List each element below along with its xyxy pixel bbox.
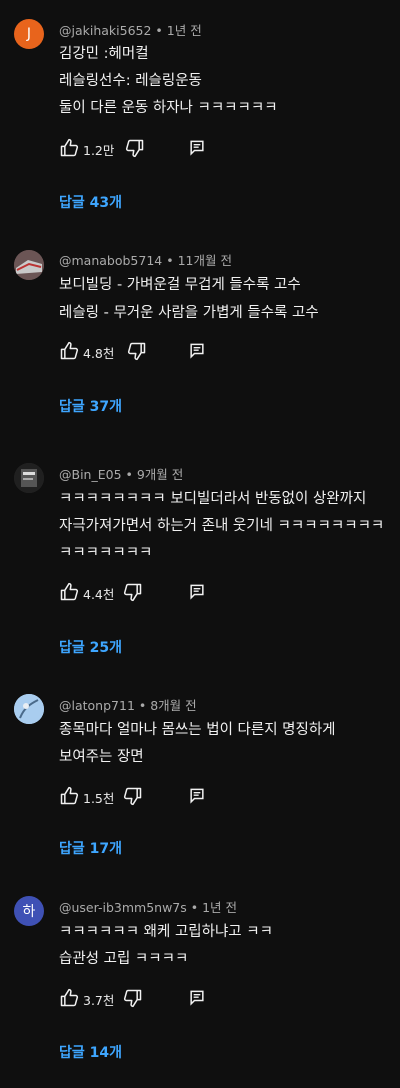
like-count: 1.5천	[83, 791, 115, 806]
comment: @Bin_E05 • 9개월 전 ㅋㅋㅋㅋㅋㅋㅋㅋ 보디빌더라서 반동없이 상완…	[0, 445, 400, 680]
comment: 하 @user-ib3mm5nw7s • 1년 전 ㅋㅋㅋㅋㅋㅋ 왜케 고립하냐…	[0, 870, 400, 1088]
view-replies-button[interactable]: 답글 43개	[59, 192, 122, 212]
comment-text-line: 종목마다 얼마나 몸쓰는 법이 다른지 명징하게	[59, 722, 336, 738]
thumbs-down-icon[interactable]	[123, 786, 143, 806]
like-count: 4.4천	[83, 587, 115, 602]
thumbs-up-icon[interactable]	[59, 786, 79, 806]
thumbs-down-icon[interactable]	[127, 341, 147, 361]
thumbs-up-icon[interactable]	[59, 582, 79, 602]
comment-text-line: ㅋㅋㅋㅋㅋㅋ 왜케 고립하냐고 ㅋㅋ	[59, 924, 273, 940]
username[interactable]: @latonp711	[59, 698, 135, 713]
comment-text-line: 레슬링선수: 레슬링운동	[59, 73, 202, 89]
avatar[interactable]: J	[14, 19, 44, 49]
avatar[interactable]	[14, 463, 44, 493]
username[interactable]: @Bin_E05	[59, 467, 122, 482]
timestamp[interactable]: 11개월 전	[178, 253, 232, 268]
comment-text-line: 보여주는 장면	[59, 749, 144, 765]
like-count: 1.2만	[83, 143, 115, 158]
reply-comment-icon[interactable]	[187, 341, 207, 361]
comment-header: @jakihaki5652 • 1년 전	[59, 23, 202, 38]
avatar-letter: J	[26, 26, 32, 42]
thumbs-up-icon[interactable]	[59, 341, 79, 361]
timestamp[interactable]: 8개월 전	[150, 698, 196, 713]
comment: @latonp711 • 8개월 전 종목마다 얼마나 몸쓰는 법이 다른지 명…	[0, 680, 400, 870]
timestamp[interactable]: 1년 전	[202, 900, 237, 915]
comment-header: @Bin_E05 • 9개월 전	[59, 467, 184, 482]
reply-comment-icon[interactable]	[187, 138, 207, 158]
comment-text-line: 김강민 :헤머컬	[59, 46, 149, 62]
reply-comment-icon[interactable]	[187, 988, 207, 1008]
comment-text-line: 보디빌딩 - 가벼운걸 무겁게 들수록 고수	[59, 277, 301, 293]
comment-text-line: 둘이 다른 운동 하자나 ㅋㅋㅋㅋㅋㅋ	[59, 100, 278, 116]
comment-text-line: 레슬링 - 무거운 사람을 가볍게 들수록 고수	[59, 305, 319, 321]
avatar[interactable]	[14, 694, 44, 724]
view-replies-button[interactable]: 답글 25개	[59, 637, 122, 657]
comment-text-line: ㅋㅋㅋㅋㅋㅋㅋㅋ 보디빌더라서 반동없이 상완까지	[59, 491, 367, 507]
username[interactable]: @jakihaki5652	[59, 23, 151, 38]
avatar-image	[14, 463, 44, 493]
avatar[interactable]	[14, 250, 44, 280]
comment-actions: 4.8천	[59, 341, 359, 361]
thumbs-down-icon[interactable]	[125, 138, 145, 158]
avatar-letter: 하	[22, 904, 36, 920]
view-replies-button[interactable]: 답글 37개	[59, 396, 122, 416]
comment-header: @user-ib3mm5nw7s • 1년 전	[59, 900, 238, 915]
thumbs-up-icon[interactable]	[59, 138, 79, 158]
comment: @manabob5714 • 11개월 전 보디빌딩 - 가벼운걸 무겁게 들수…	[0, 225, 400, 445]
username[interactable]: @manabob5714	[59, 253, 162, 268]
timestamp[interactable]: 9개월 전	[137, 467, 183, 482]
timestamp[interactable]: 1년 전	[167, 23, 202, 38]
comment-text-line: ㅋㅋㅋㅋㅋㅋㅋ	[59, 545, 153, 561]
comment-actions: 4.4천	[59, 582, 359, 602]
view-replies-button[interactable]: 답글 17개	[59, 838, 122, 858]
comment-actions: 1.5천	[59, 786, 359, 806]
reply-comment-icon[interactable]	[187, 786, 207, 806]
thumbs-up-icon[interactable]	[59, 988, 79, 1008]
comment-text-line: 습관성 고립 ㅋㅋㅋㅋ	[59, 951, 189, 967]
like-count: 3.7천	[83, 993, 115, 1008]
username[interactable]: @user-ib3mm5nw7s	[59, 900, 187, 915]
avatar-image	[14, 694, 44, 724]
comment-header: @latonp711 • 8개월 전	[59, 698, 197, 713]
reply-comment-icon[interactable]	[187, 582, 207, 602]
thumbs-down-icon[interactable]	[123, 582, 143, 602]
avatar[interactable]: 하	[14, 896, 44, 926]
comment-header: @manabob5714 • 11개월 전	[59, 253, 232, 268]
comment-actions: 1.2만	[59, 138, 359, 158]
view-replies-button[interactable]: 답글 14개	[59, 1042, 122, 1062]
comment-actions: 3.7천	[59, 988, 359, 1008]
like-count: 4.8천	[83, 346, 115, 361]
comment: J @jakihaki5652 • 1년 전 김강민 :헤머컬 레슬링선수: 레…	[0, 0, 400, 225]
comment-text-line: 자극가져가면서 하는거 존내 웃기네 ㅋㅋㅋㅋㅋㅋㅋㅋ	[59, 518, 385, 534]
avatar-image	[14, 250, 44, 280]
thumbs-down-icon[interactable]	[123, 988, 143, 1008]
